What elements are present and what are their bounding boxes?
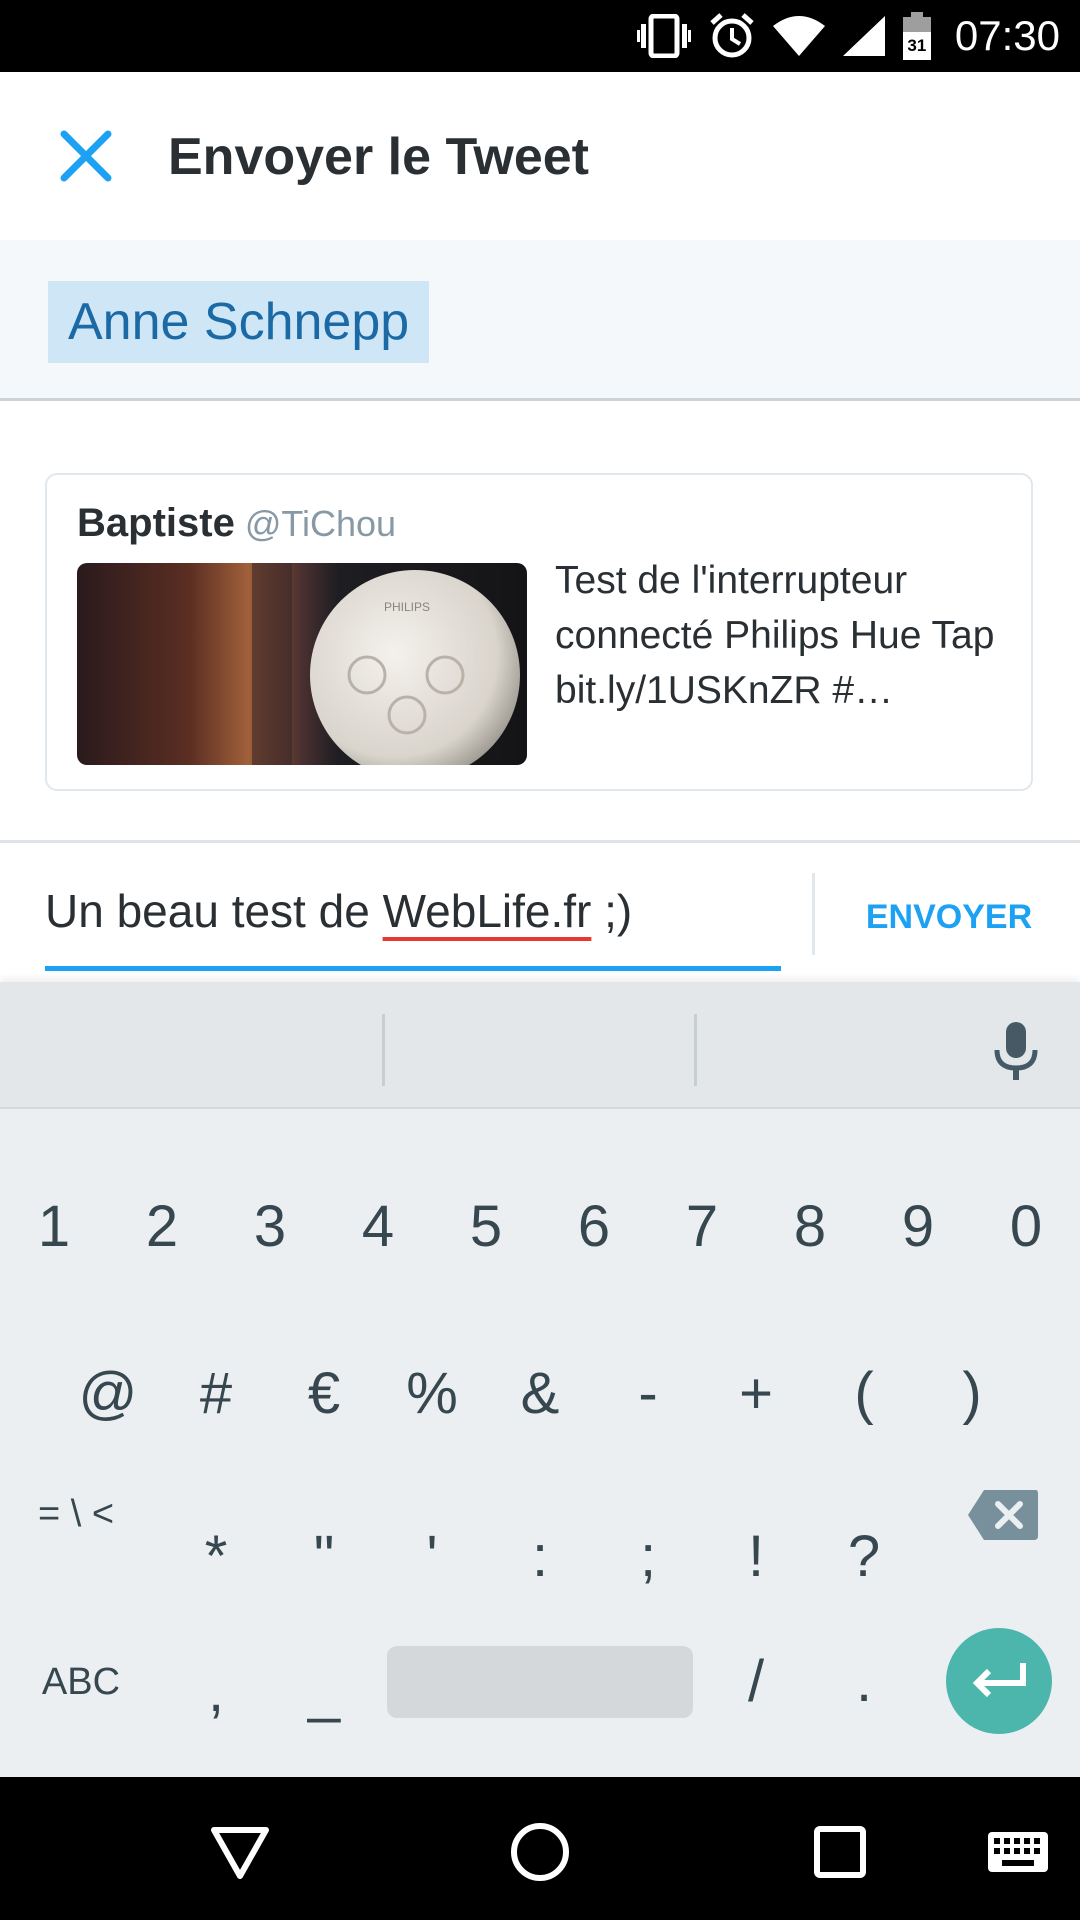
recipient-chip[interactable]: Anne Schnepp — [48, 281, 430, 363]
backspace-icon — [968, 1490, 1038, 1540]
tweet-author: Baptiste @TiChou — [77, 499, 396, 547]
key-semicolon[interactable]: ; — [594, 1517, 702, 1597]
key-more-symbols[interactable]: = \ < — [22, 1474, 130, 1554]
key-exclamation[interactable]: ! — [702, 1517, 810, 1597]
battery-icon: 31 — [902, 12, 931, 60]
key-2[interactable]: 2 — [108, 1187, 216, 1267]
key-close-paren[interactable]: ) — [918, 1354, 1026, 1434]
key-hash[interactable]: # — [162, 1354, 270, 1434]
status-icons: 31 07:30 — [636, 0, 1060, 72]
wifi-icon — [772, 16, 825, 56]
page-title: Envoyer le Tweet — [168, 128, 589, 186]
key-percent[interactable]: % — [378, 1354, 486, 1434]
delete-key[interactable] — [966, 1488, 1040, 1542]
space-key[interactable] — [387, 1646, 693, 1718]
key-plus[interactable]: + — [702, 1354, 810, 1434]
status-bar: 31 07:30 — [0, 0, 1080, 72]
app-bar: Envoyer le Tweet — [0, 72, 1080, 240]
keyboard-switch-button[interactable] — [973, 1807, 1063, 1897]
recipient-field[interactable]: Anne Schnepp — [0, 240, 1080, 401]
calendar-day: 31 — [907, 36, 927, 55]
suggestion-separator — [382, 1014, 385, 1086]
key-3[interactable]: 3 — [216, 1187, 324, 1267]
key-8[interactable]: 8 — [756, 1187, 864, 1267]
message-input[interactable]: Un beau test de WebLife.fr ;) — [45, 876, 781, 971]
key-abc[interactable]: ABC — [27, 1642, 135, 1722]
keyboard-switch-icon — [988, 1832, 1048, 1872]
key-question[interactable]: ? — [810, 1517, 918, 1597]
mic-button[interactable] — [980, 1016, 1052, 1088]
key-4[interactable]: 4 — [324, 1187, 432, 1267]
tweet-image-label: PHILIPS — [384, 600, 430, 614]
key-minus[interactable]: - — [594, 1354, 702, 1434]
message-text-before: Un beau test de — [45, 885, 383, 937]
message-text-misspelled: WebLife.fr — [382, 885, 592, 937]
key-colon[interactable]: : — [486, 1517, 594, 1597]
key-underscore[interactable]: _ — [270, 1652, 378, 1732]
signal-icon — [842, 16, 885, 56]
key-5[interactable]: 5 — [432, 1187, 540, 1267]
suggestion-strip — [0, 982, 1080, 1109]
key-slash[interactable]: / — [702, 1642, 810, 1722]
key-euro[interactable]: € — [270, 1354, 378, 1434]
divider — [0, 840, 1080, 843]
recents-button[interactable] — [795, 1807, 885, 1897]
key-1[interactable]: 1 — [0, 1187, 108, 1267]
navigation-bar — [0, 1777, 1080, 1920]
back-icon — [211, 1827, 269, 1879]
home-button[interactable] — [495, 1807, 585, 1897]
tweet-image: PHILIPS — [77, 563, 527, 765]
key-7[interactable]: 7 — [648, 1187, 756, 1267]
key-9[interactable]: 9 — [864, 1187, 972, 1267]
clock: 07:30 — [954, 12, 1060, 59]
key-asterisk[interactable]: * — [162, 1517, 270, 1597]
key-comma[interactable]: , — [162, 1652, 270, 1732]
key-at[interactable]: @ — [54, 1354, 162, 1434]
send-button[interactable]: ENVOYER — [834, 882, 1064, 952]
key-double-quote[interactable]: " — [270, 1517, 378, 1597]
keyboard: 1 2 3 4 5 6 7 8 9 0 @ # € % & - + ( ) = … — [0, 982, 1080, 1777]
compose-separator — [812, 873, 815, 955]
alarm-icon — [710, 13, 754, 58]
key-0[interactable]: 0 — [972, 1187, 1080, 1267]
tweet-author-handle: @TiChou — [244, 503, 397, 544]
back-button[interactable] — [195, 1807, 285, 1897]
key-ampersand[interactable]: & — [486, 1354, 594, 1434]
tweet-text: Test de l'interrupteur connecté Philips … — [555, 559, 995, 712]
message-text-after: ;) — [591, 885, 633, 937]
key-open-paren[interactable]: ( — [810, 1354, 918, 1434]
vibrate-icon — [636, 14, 691, 58]
recents-icon — [814, 1826, 866, 1878]
close-button[interactable] — [48, 118, 124, 194]
key-apostrophe[interactable]: ' — [378, 1517, 486, 1597]
quoted-tweet-card[interactable]: Baptiste @TiChou PHILIPS Test de l'inter… — [45, 473, 1033, 791]
suggestion-separator — [694, 1014, 697, 1086]
key-6[interactable]: 6 — [540, 1187, 648, 1267]
key-period[interactable]: . — [810, 1642, 918, 1722]
home-icon — [511, 1823, 569, 1881]
close-icon — [60, 130, 112, 182]
microphone-icon — [994, 1022, 1038, 1080]
enter-icon — [972, 1663, 1026, 1698]
tweet-author-name: Baptiste — [77, 501, 235, 545]
enter-key[interactable] — [946, 1628, 1052, 1734]
